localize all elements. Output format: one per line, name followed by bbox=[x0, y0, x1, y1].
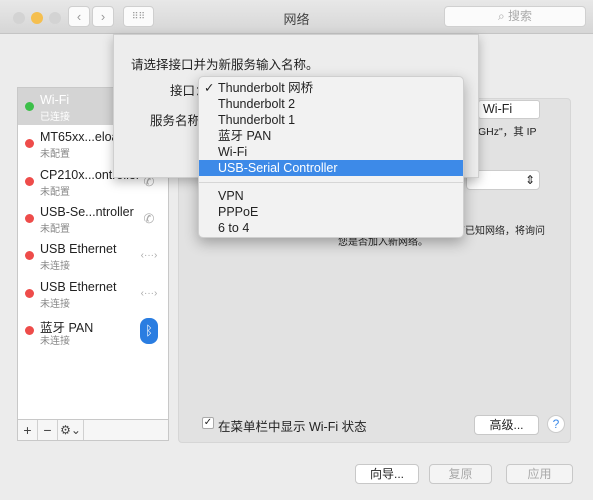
menu-item[interactable]: Thunderbolt 1 bbox=[199, 112, 463, 128]
service-status: 未配置 bbox=[40, 186, 70, 198]
network-name-field[interactable]: Wi-Fi bbox=[478, 100, 540, 119]
updown-chevron-icon: ⇕ bbox=[524, 173, 535, 187]
menu-item-label: Thunderbolt 1 bbox=[218, 113, 296, 127]
revert-button[interactable]: 复原 bbox=[429, 464, 492, 484]
status-description: GHz"，其 IP bbox=[478, 126, 537, 138]
bluetooth-icon: ᛒ bbox=[140, 317, 158, 344]
menu-item[interactable]: VPN bbox=[199, 188, 463, 204]
menu-item[interactable]: 6 to 4 bbox=[199, 220, 463, 236]
service-item[interactable]: USB Ethernet 未连接 ‹···› bbox=[18, 275, 168, 312]
service-name: MT65xx...eloa bbox=[40, 130, 119, 145]
show-wifi-status-label: 在菜单栏中显示 Wi-Fi 状态 bbox=[218, 420, 367, 434]
service-name: USB Ethernet bbox=[40, 242, 117, 257]
checkmark-icon: ✓ bbox=[204, 81, 215, 95]
menu-item-label: 蓝牙 PAN bbox=[218, 129, 272, 143]
menu-item[interactable]: 蓝牙 PAN bbox=[199, 128, 463, 144]
service-name: USB Ethernet bbox=[40, 279, 117, 294]
status-dot bbox=[25, 213, 34, 223]
service-status: 未配置 bbox=[40, 149, 70, 161]
status-dot bbox=[25, 139, 34, 149]
search-placeholder: 搜索 bbox=[508, 9, 533, 23]
menu-separator bbox=[199, 182, 463, 183]
status-dot bbox=[25, 325, 34, 335]
menu-item[interactable]: ✓ Thunderbolt 网桥 bbox=[199, 80, 463, 96]
assist-me-button[interactable]: 向导... bbox=[355, 464, 419, 484]
help-button[interactable]: ? bbox=[547, 415, 565, 433]
status-dot bbox=[25, 251, 34, 261]
ask-join-description: 有已知网络，将询问 bbox=[455, 226, 545, 237]
status-dot bbox=[25, 176, 34, 186]
menu-item-label: USB-Serial Controller bbox=[218, 161, 338, 175]
menu-item[interactable]: PPPoE bbox=[199, 204, 463, 220]
menu-item[interactable]: USB-Serial Controller bbox=[199, 160, 463, 176]
service-status: 未连接 bbox=[40, 261, 70, 273]
service-item[interactable]: 蓝牙 PAN 未连接 ᛒ bbox=[18, 312, 168, 349]
service-list-toolbar: + − ⚙⌄ bbox=[17, 419, 169, 441]
show-wifi-status-checkbox[interactable]: ✓ bbox=[202, 417, 214, 429]
menu-item-label: 6 to 4 bbox=[218, 221, 250, 235]
status-dot bbox=[25, 102, 34, 111]
interface-dropdown-menu: ✓ Thunderbolt 网桥 Thunderbolt 2 Thunderbolt … bbox=[198, 76, 464, 238]
service-name: Wi-Fi bbox=[40, 93, 70, 107]
search-icon: ⌕ bbox=[497, 9, 509, 23]
add-service-button[interactable]: + bbox=[18, 420, 38, 440]
advanced-button[interactable]: 高级... bbox=[474, 415, 539, 435]
menu-item-label: Wi-Fi bbox=[218, 145, 248, 159]
menu-item-label: VPN bbox=[218, 189, 244, 203]
ethernet-icon: ‹···› bbox=[140, 287, 158, 299]
service-status: 未连接 bbox=[40, 335, 70, 347]
ethernet-icon: ‹···› bbox=[140, 250, 158, 262]
service-name: USB-Se...ntroller bbox=[40, 204, 134, 219]
gear-menu-button[interactable]: ⚙⌄ bbox=[58, 420, 84, 440]
search-input[interactable]: ⌕ 搜索 bbox=[444, 6, 586, 27]
sheet-prompt: 请选择接口并为新服务输入名称。 bbox=[131, 58, 319, 72]
menu-item-label: Thunderbolt 网桥 bbox=[218, 81, 314, 95]
menu-item[interactable]: Thunderbolt 2 bbox=[199, 96, 463, 112]
phone-icon: ✆ bbox=[143, 210, 155, 226]
service-status: 未配置 bbox=[40, 223, 70, 235]
menu-item-label: Thunderbolt 2 bbox=[218, 97, 296, 111]
service-item[interactable]: USB Ethernet 未连接 ‹···› bbox=[18, 237, 168, 274]
service-status: 未连接 bbox=[40, 298, 70, 310]
menu-item-label: PPPoE bbox=[218, 205, 259, 219]
status-dot bbox=[25, 288, 34, 298]
service-status: 已连接 bbox=[40, 112, 70, 123]
remove-service-button[interactable]: − bbox=[38, 420, 58, 440]
apply-button[interactable]: 应用 bbox=[506, 464, 573, 484]
service-item[interactable]: USB-Se...ntroller 未配置 ✆ bbox=[18, 200, 168, 237]
menu-item[interactable]: Wi-Fi bbox=[199, 144, 463, 160]
